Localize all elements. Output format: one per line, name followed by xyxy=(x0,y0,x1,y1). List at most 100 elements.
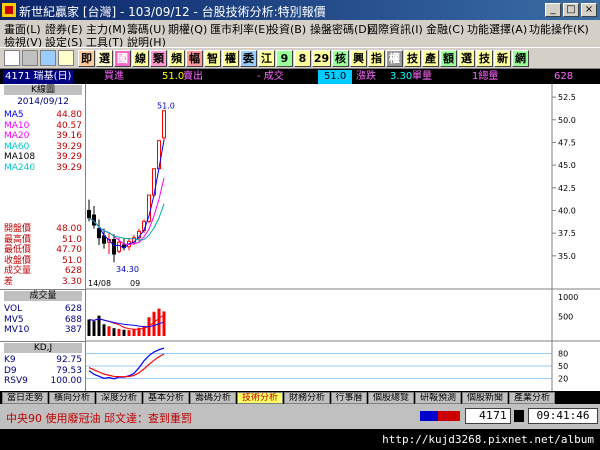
low-label: 34.30 xyxy=(116,265,139,274)
new-window-icon[interactable] xyxy=(4,50,20,66)
toolbar-shortcut-button[interactable]: 線 xyxy=(132,50,149,67)
y-tick-label: 35.0 xyxy=(558,252,576,261)
toolbar-shortcut-button[interactable]: 新 xyxy=(494,50,511,67)
toolbar-shortcut-button[interactable]: 額 xyxy=(440,50,457,67)
tab-6[interactable]: 財務分析 xyxy=(284,392,330,404)
menu-finance[interactable]: 金融(C) xyxy=(426,21,464,37)
menu-options[interactable]: 期權(Q) xyxy=(168,21,207,37)
toolbar: 即選國線類頻幅智權委江 9 8 29 核興指權技產額選技新網 xyxy=(0,47,600,69)
lot-label: 1總量 xyxy=(472,71,499,82)
open-icon[interactable] xyxy=(22,50,38,66)
toolbar-shortcut-button[interactable]: 8 xyxy=(294,50,311,67)
stock-code-input[interactable]: 4171 xyxy=(465,408,511,424)
change-value: 3.30 xyxy=(390,71,413,82)
menu-function-select[interactable]: 功能選擇(A) xyxy=(467,21,527,37)
toolbar-shortcut-button[interactable]: 興 xyxy=(350,50,367,67)
menu-bar: 畫面(L) 證券(E) 主力(M) 籌碼(U) 期權(Q) 匯市利率(E) 投資… xyxy=(0,20,600,49)
menu-intl-info[interactable]: 國際資訊(I) xyxy=(367,21,423,37)
toolbar-shortcut-button[interactable]: 指 xyxy=(368,50,385,67)
total-volume: 628 xyxy=(554,71,574,82)
maximize-button[interactable]: □ xyxy=(563,3,579,17)
toolbar-shortcut-button[interactable]: 幅 xyxy=(186,50,203,67)
close-button[interactable]: × xyxy=(581,3,597,17)
updown-label: 漲跌 xyxy=(356,71,376,82)
volume-bar xyxy=(157,308,161,336)
x-axis-label-start: 14/08 xyxy=(88,279,111,288)
volume-y-label: 500 xyxy=(558,312,573,321)
tab-11[interactable]: 產業分析 xyxy=(509,392,555,404)
kd-y-label: 80 xyxy=(558,349,568,358)
sell-label: 賣出 xyxy=(183,71,203,82)
volume-bar xyxy=(107,326,111,336)
tab-3[interactable]: 基本分析 xyxy=(143,392,189,404)
tab-7[interactable]: 行事曆 xyxy=(331,392,367,404)
watermark-url: http://kujd3268.pixnet.net/album xyxy=(382,433,594,446)
buy-value: 51.0 xyxy=(162,71,185,82)
chart-icon[interactable] xyxy=(40,50,56,66)
toolbar-shortcut-button[interactable]: 核 xyxy=(332,50,349,67)
volume-label: 單量 xyxy=(412,71,432,82)
toolbar-shortcut-button[interactable]: 權 xyxy=(386,50,403,67)
buy-label: 買進 xyxy=(104,71,124,82)
tab-8[interactable]: 個股總覽 xyxy=(368,392,414,404)
toolbar-shortcut-button[interactable]: 技 xyxy=(404,50,421,67)
toolbar-shortcut-button[interactable]: 網 xyxy=(512,50,529,67)
toolbar-shortcut-button[interactable]: 選 xyxy=(458,50,475,67)
toolbar-shortcut-button[interactable]: 類 xyxy=(150,50,167,67)
menu-function-operate[interactable]: 功能操作(K) xyxy=(529,21,589,37)
volume-bar xyxy=(112,328,116,336)
menu-forex[interactable]: 匯市利率(E) xyxy=(210,21,270,37)
y-tick-label: 37.5 xyxy=(558,229,576,238)
minimize-button[interactable]: _ xyxy=(545,3,561,17)
app-icon xyxy=(2,3,16,17)
tab-2[interactable]: 深度分析 xyxy=(96,392,142,404)
toolbar-shortcut-button[interactable]: 權 xyxy=(222,50,239,67)
toolbar-shortcut-button[interactable]: 委 xyxy=(240,50,257,67)
peak-label: 51.0 xyxy=(157,102,175,111)
y-tick-label: 52.5 xyxy=(558,93,576,102)
news-ticker[interactable]: 中央90 使用廢冠油 邱文達：查到重罰 xyxy=(6,410,192,426)
toolbar-shortcut-button[interactable]: 即 xyxy=(78,50,95,67)
indicator-icon xyxy=(514,410,524,422)
x-axis-label-mid: 09 xyxy=(130,279,140,288)
volume-bar xyxy=(92,321,96,336)
tab-1[interactable]: 橫向分析 xyxy=(49,392,95,404)
toolbar-shortcut-button[interactable]: 技 xyxy=(476,50,493,67)
tab-4[interactable]: 籌碼分析 xyxy=(190,392,236,404)
technical-chart[interactable]: 52.5 50.0 47.5 45.0 42.5 40.0 37.5 35.0 51.0 34.3… xyxy=(0,84,600,391)
toolbar-shortcut-button[interactable]: 產 xyxy=(422,50,439,67)
candle-body xyxy=(87,209,91,219)
y-tick-label: 47.5 xyxy=(558,138,576,147)
clock: 09:41:46 xyxy=(528,408,598,424)
print-icon[interactable] xyxy=(58,50,74,66)
toolbar-shortcut-button[interactable]: 選 xyxy=(96,50,113,67)
toolbar-shortcut-button[interactable]: 智 xyxy=(204,50,221,67)
window-title: 新世紀贏家 [台灣] - 103/09/12 - 台股技術分析:特別報價 xyxy=(19,5,326,19)
toolbar-shortcut-button[interactable]: 江 xyxy=(258,50,275,67)
candle-body xyxy=(162,110,166,139)
volume-bar xyxy=(117,328,121,336)
tab-5[interactable]: 技術分析 xyxy=(237,392,283,404)
volume-bar xyxy=(152,311,156,336)
stock-name[interactable]: 4171 瑞基(日) xyxy=(3,70,74,84)
y-tick-label: 50.0 xyxy=(558,116,576,125)
tab-0[interactable]: 當日走勢 xyxy=(2,392,48,404)
candle-body xyxy=(117,241,121,252)
toolbar-shortcut-button[interactable]: 頻 xyxy=(168,50,185,67)
toolbar-shortcut-button[interactable]: 9 xyxy=(276,50,293,67)
tab-9[interactable]: 研報預測 xyxy=(415,392,461,404)
y-tick-label: 42.5 xyxy=(558,184,576,193)
kd-y-label: 50 xyxy=(558,362,568,371)
tab-10[interactable]: 個股新聞 xyxy=(462,392,508,404)
title-bar: 新世紀贏家 [台灣] - 103/09/12 - 台股技術分析:特別報價 _ □… xyxy=(0,0,600,20)
last-price: 51.0 xyxy=(318,70,353,84)
menu-invest[interactable]: 投資(B) xyxy=(268,21,306,37)
menu-trade-code[interactable]: 操盤密碼(D) xyxy=(310,21,371,37)
toolbar-shortcut-button[interactable]: 29 xyxy=(312,50,331,67)
volume-bar xyxy=(102,324,106,336)
trade-label: - 成交 xyxy=(257,71,284,82)
kd-y-label: 20 xyxy=(558,375,568,384)
volume-bar xyxy=(142,325,146,336)
toolbar-shortcut-button[interactable]: 國 xyxy=(114,50,131,67)
status-bar: 中央90 使用廢冠油 邱文達：查到重罰 4171 09:41:46 xyxy=(0,404,600,429)
